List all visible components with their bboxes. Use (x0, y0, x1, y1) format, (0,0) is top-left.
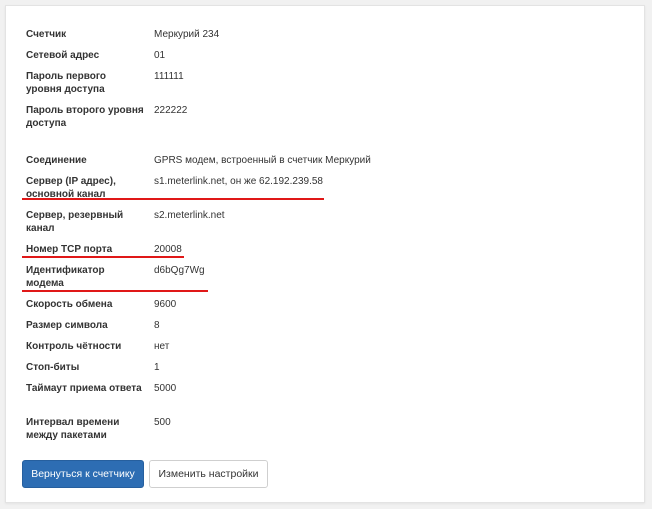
field-value: 8 (154, 320, 160, 331)
field-label: Идентификатор модема (26, 265, 105, 289)
field-label: Пароль второго уровня доступа (26, 105, 144, 129)
field-label: Номер TCP порта (26, 244, 113, 255)
field-value: 222222 (154, 105, 188, 116)
field-label: Скорость обмена (26, 299, 113, 310)
field-value: 9600 (154, 299, 177, 310)
field-value: 01 (154, 50, 166, 61)
field-value: 500 (154, 417, 171, 428)
field-label: Счетчик (26, 29, 67, 40)
field-value: d6bQg7Wg (154, 265, 205, 276)
field-value: s2.meterlink.net (154, 210, 225, 221)
field-value: 111111 (154, 71, 184, 82)
field-label: Интервал времени между пакетами (26, 417, 120, 441)
meter-settings-card: Счетчик Меркурий 234 Сетевой адрес 01 Па… (5, 5, 645, 503)
field-label: Сетевой адрес (26, 50, 100, 61)
highlight-underline (22, 198, 324, 200)
field-label: Пароль первого уровня доступа (26, 71, 106, 95)
field-label: Сервер, резервный канал (26, 210, 124, 234)
field-value: 5000 (154, 383, 177, 394)
field-value: 1 (154, 362, 160, 373)
field-value: GPRS модем, встроенный в счетчик Меркури… (154, 155, 371, 166)
field-value: 20008 (154, 244, 182, 255)
back-to-meter-button[interactable]: Вернуться к счетчику (22, 460, 144, 488)
field-label: Соединение (26, 155, 87, 166)
field-label: Контроль чётности (26, 341, 122, 352)
field-value: Меркурий 234 (154, 29, 220, 40)
field-value: нет (154, 341, 170, 352)
change-settings-button[interactable]: Изменить настройки (149, 460, 268, 488)
field-label: Стоп-биты (26, 362, 80, 373)
field-label: Размер символа (26, 320, 108, 331)
field-value: s1.meterlink.net, он же 62.192.239.58 (154, 176, 323, 187)
highlight-underline (22, 256, 184, 258)
highlight-underline (22, 290, 208, 292)
field-label: Таймаут приема ответа (26, 383, 142, 394)
